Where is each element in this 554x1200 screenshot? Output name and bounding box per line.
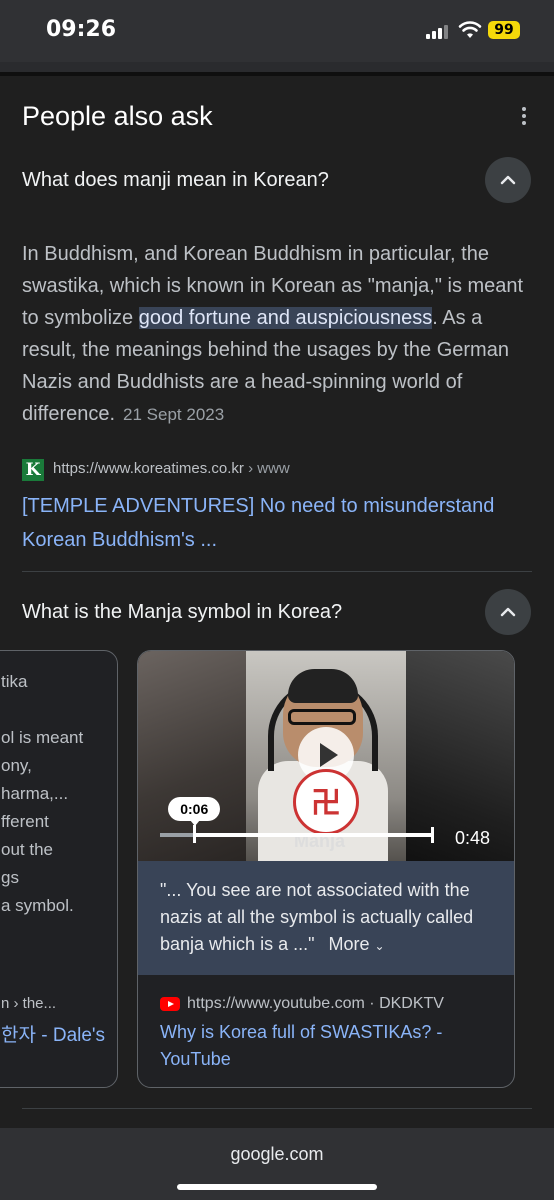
chevron-down-icon: ⌄ — [374, 939, 385, 953]
answer-highlight: good fortune and auspiciousness — [138, 307, 433, 329]
video-duration: 0:48 — [455, 828, 491, 848]
battery-icon: 99 — [488, 21, 520, 39]
koreatimes-logo: K — [22, 459, 44, 481]
status-bar: 09:26 99 — [0, 0, 554, 62]
divider — [0, 72, 554, 76]
video-link[interactable]: Why is Korea full of SWASTIKAs? - YouTub… — [160, 1019, 500, 1073]
card-link[interactable]: 한자 - Dale's — [1, 1020, 105, 1047]
answer-1: In Buddhism, and Korean Buddhism in part… — [22, 238, 534, 431]
people-also-ask-title: People also ask — [22, 101, 213, 131]
status-time: 09:26 — [46, 17, 117, 42]
chevron-up-icon — [500, 175, 516, 185]
card-text: a symbol. — [1, 896, 74, 915]
collapse-button-2[interactable] — [485, 589, 531, 635]
source-url: https://www.koreatimes.co.kr › www — [53, 460, 290, 477]
question-1[interactable]: What does manji mean in Korean? — [22, 169, 329, 192]
collapse-button-1[interactable] — [485, 157, 531, 203]
scrub-time: 0:06 — [168, 797, 221, 826]
scrub-handle[interactable] — [193, 825, 197, 843]
transcript-text: "... You see are not associated with the… — [160, 880, 474, 954]
more-button[interactable]: More ⌄ — [328, 934, 384, 954]
answer-card-left[interactable]: tika ol is meant ony, harma,... fferent … — [0, 650, 118, 1088]
card-text: tika — [1, 672, 28, 691]
progress-played — [160, 833, 195, 837]
progress-track[interactable] — [160, 833, 434, 837]
header-strip — [0, 62, 554, 72]
divider — [22, 571, 532, 572]
home-indicator[interactable] — [177, 1184, 377, 1190]
chevron-up-icon — [500, 607, 516, 617]
card-text: ony, — [1, 756, 32, 775]
address-bar[interactable]: google.com — [0, 1128, 554, 1200]
wifi-icon — [458, 21, 482, 38]
video-thumbnail[interactable]: 卍 Manja 0:06 0:48 — [138, 651, 514, 861]
card-source: n › the... — [1, 995, 57, 1012]
address-text[interactable]: google.com — [0, 1144, 554, 1165]
signal-icon — [426, 24, 452, 39]
card-text: harma,... — [1, 784, 69, 803]
card-text: gs — [1, 868, 19, 887]
transcript-box: "... You see are not associated with the… — [138, 861, 514, 975]
video-source-url: https://www.youtube.com · DKDKTV — [187, 995, 444, 1012]
question-2[interactable]: What is the Manja symbol in Korea? — [22, 601, 342, 624]
more-options-icon[interactable] — [512, 104, 536, 128]
divider — [22, 1108, 532, 1109]
card-text: out the — [1, 840, 53, 859]
result-link-1[interactable]: [TEMPLE ADVENTURES] No need to misunders… — [22, 489, 532, 557]
manja-emblem-icon: 卍 — [293, 769, 359, 835]
answer-date: 21 Sept 2023 — [123, 405, 225, 424]
progress-end-marker — [431, 827, 434, 843]
card-text: ol is meant — [1, 728, 84, 747]
video-answer-card[interactable]: 卍 Manja 0:06 0:48 "... You see are not a… — [137, 650, 515, 1088]
youtube-icon — [160, 997, 180, 1011]
card-text: fferent — [1, 812, 49, 831]
